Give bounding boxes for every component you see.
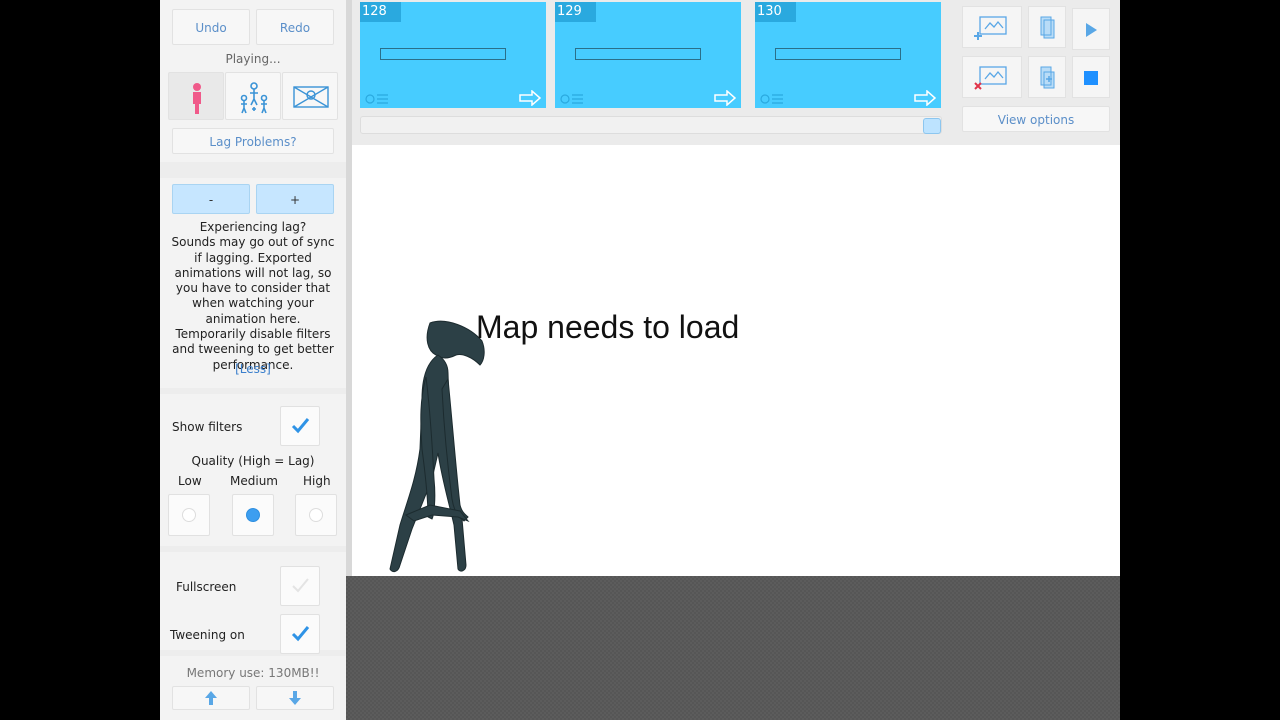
mode-group-button[interactable]: [225, 72, 281, 120]
frame-thumbnail[interactable]: 128: [360, 2, 546, 108]
redo-button[interactable]: Redo: [256, 9, 334, 45]
memory-usage: Memory use: 130MB!!: [186, 666, 320, 680]
scene-icon: [293, 86, 329, 108]
playback-status: Playing...: [225, 52, 281, 66]
delete-frame-icon: [974, 66, 1007, 90]
copy-icon: [1040, 16, 1055, 39]
stage-canvas[interactable]: Map needs to load: [352, 145, 1120, 576]
lag-section: - + Experiencing lag? Sounds may go out …: [160, 178, 346, 388]
timeline: 128 129 130 View options: [352, 0, 1120, 138]
frame-placeholder-bar: [380, 48, 506, 60]
next-frame-arrow-icon[interactable]: [713, 90, 737, 106]
add-frame-icon: [974, 16, 1007, 40]
group-figures-icon: [240, 82, 268, 114]
frame-options-icon[interactable]: [559, 92, 585, 106]
quality-low-radio[interactable]: [168, 494, 210, 536]
arrow-down-icon: [289, 691, 301, 705]
history-section: Undo Redo Playing... Lag Problems?: [160, 0, 346, 162]
quality-medium-radio[interactable]: [232, 494, 274, 536]
move-down-button[interactable]: [256, 686, 334, 710]
memory-section: Memory use: 130MB!!: [160, 656, 346, 720]
filters-section: Show filters Quality (High = Lag) Low Me…: [160, 394, 346, 546]
frame-options-icon[interactable]: [364, 92, 390, 106]
tweening-label: Tweening on: [170, 628, 245, 642]
fullscreen-checkbox[interactable]: [280, 566, 320, 606]
canvas-text[interactable]: Map needs to load: [476, 309, 739, 346]
undo-button[interactable]: Undo: [172, 9, 250, 45]
play-button[interactable]: [1072, 8, 1110, 50]
play-icon: [1086, 23, 1097, 37]
tweening-checkbox[interactable]: [280, 614, 320, 654]
left-panel: Undo Redo Playing... Lag Problems? - + E…: [160, 0, 346, 720]
offstage-area: [346, 576, 1120, 720]
stop-button[interactable]: [1072, 56, 1110, 98]
app-window: Undo Redo Playing... Lag Problems? - + E…: [160, 0, 1120, 720]
paste-frame-button[interactable]: [1028, 56, 1066, 98]
timeline-scrollbar[interactable]: [360, 116, 942, 134]
frame-placeholder-bar: [775, 48, 901, 60]
zoom-in-button[interactable]: +: [256, 184, 334, 214]
single-figure-icon: [193, 83, 201, 114]
zoom-out-button[interactable]: -: [172, 184, 250, 214]
show-filters-label: Show filters: [172, 420, 243, 434]
checkmark-icon: [292, 578, 309, 593]
next-frame-arrow-icon[interactable]: [913, 90, 937, 106]
frame-placeholder-bar: [575, 48, 701, 60]
stop-icon: [1084, 71, 1098, 85]
frame-thumbnail[interactable]: 130: [755, 2, 941, 108]
move-up-button[interactable]: [172, 686, 250, 710]
quality-medium-label: Medium: [230, 474, 278, 488]
arrow-up-icon: [205, 691, 217, 705]
add-frame-button[interactable]: [962, 6, 1022, 48]
paste-icon: [1040, 66, 1055, 89]
show-filters-checkbox[interactable]: [280, 406, 320, 446]
stick-figure[interactable]: [386, 319, 486, 579]
mode-single-figure-button[interactable]: [168, 72, 224, 120]
fullscreen-label: Fullscreen: [176, 580, 237, 594]
checkmark-icon: [291, 626, 310, 642]
delete-frame-button[interactable]: [962, 56, 1022, 98]
quality-low-label: Low: [178, 474, 202, 488]
timeline-scroll-thumb[interactable]: [923, 118, 941, 134]
options-section: Fullscreen Tweening on: [160, 552, 346, 654]
view-options-button[interactable]: View options: [962, 106, 1110, 132]
lag-problems-button[interactable]: Lag Problems?: [172, 128, 334, 154]
mode-scene-button[interactable]: [282, 72, 338, 120]
copy-frame-button[interactable]: [1028, 6, 1066, 48]
frame-number: 129: [555, 2, 596, 22]
lag-help-text: Experiencing lag? Sounds may go out of s…: [171, 220, 335, 372]
frame-options-icon[interactable]: [759, 92, 785, 106]
less-link[interactable]: [Less]: [160, 362, 346, 376]
frame-number: 128: [360, 2, 401, 22]
quality-label: Quality (High = Lag): [191, 454, 315, 468]
next-frame-arrow-icon[interactable]: [518, 90, 542, 106]
frame-thumbnail[interactable]: 129: [555, 2, 741, 108]
checkmark-icon: [291, 418, 310, 434]
quality-high-label: High: [303, 474, 331, 488]
frame-number: 130: [755, 2, 796, 22]
quality-high-radio[interactable]: [295, 494, 337, 536]
